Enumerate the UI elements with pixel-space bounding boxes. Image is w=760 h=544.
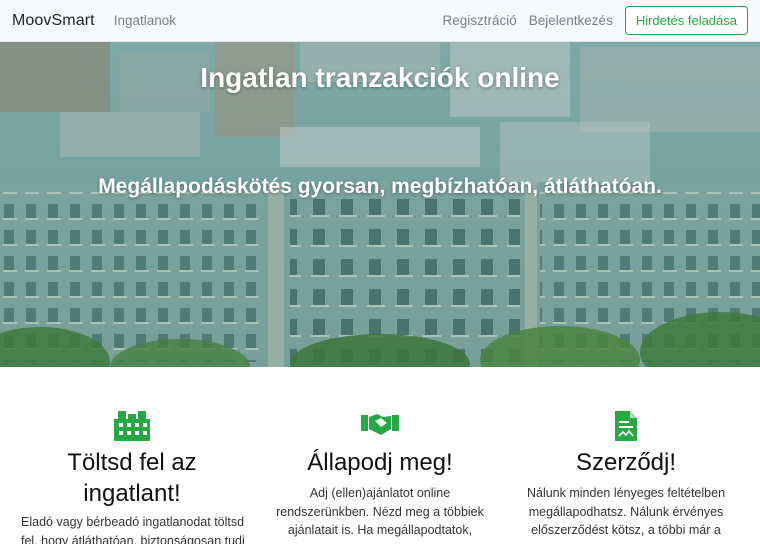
feature-text: Eladó vagy bérbeadó ingatlanodat töltsd … [21,515,245,544]
hero-banner: Ingatlan tranzakciók online Megállapodás… [0,42,760,367]
nav-link-properties[interactable]: Ingatlanok [114,13,176,28]
feature-text: Adj (ellen)ajánlatot online rendszerünkb… [276,486,484,537]
post-ad-button[interactable]: Hirdetés feladása [624,6,748,35]
feature-title: Szerződj! [575,449,677,476]
feature-title: Állapodj meg! [307,449,453,476]
features-section: Töltsd fel az ingatlant! Eladó vagy bérb… [0,367,760,544]
nav-right-group: Regisztráció Bejelentkezés Hirdetés fela… [442,6,748,35]
brand-logo[interactable]: MoovSmart [12,12,95,30]
contract-icon [615,411,637,441]
handshake-icon [361,414,399,435]
nav-link-login[interactable]: Bejelentkezés [529,13,613,28]
hero-title: Ingatlan tranzakciók online [200,62,560,93]
feature-title: Töltsd fel az ingatlant! [67,449,197,507]
top-navbar: MoovSmart Ingatlanok Regisztráció Bejele… [0,0,760,42]
building-icon [114,411,150,441]
hero-subtitle: Megállapodáskötés gyorsan, megbízhatóan,… [98,175,662,198]
nav-link-register[interactable]: Regisztráció [442,13,516,28]
feature-text: Nálunk minden lényeges feltételben megál… [526,486,726,537]
